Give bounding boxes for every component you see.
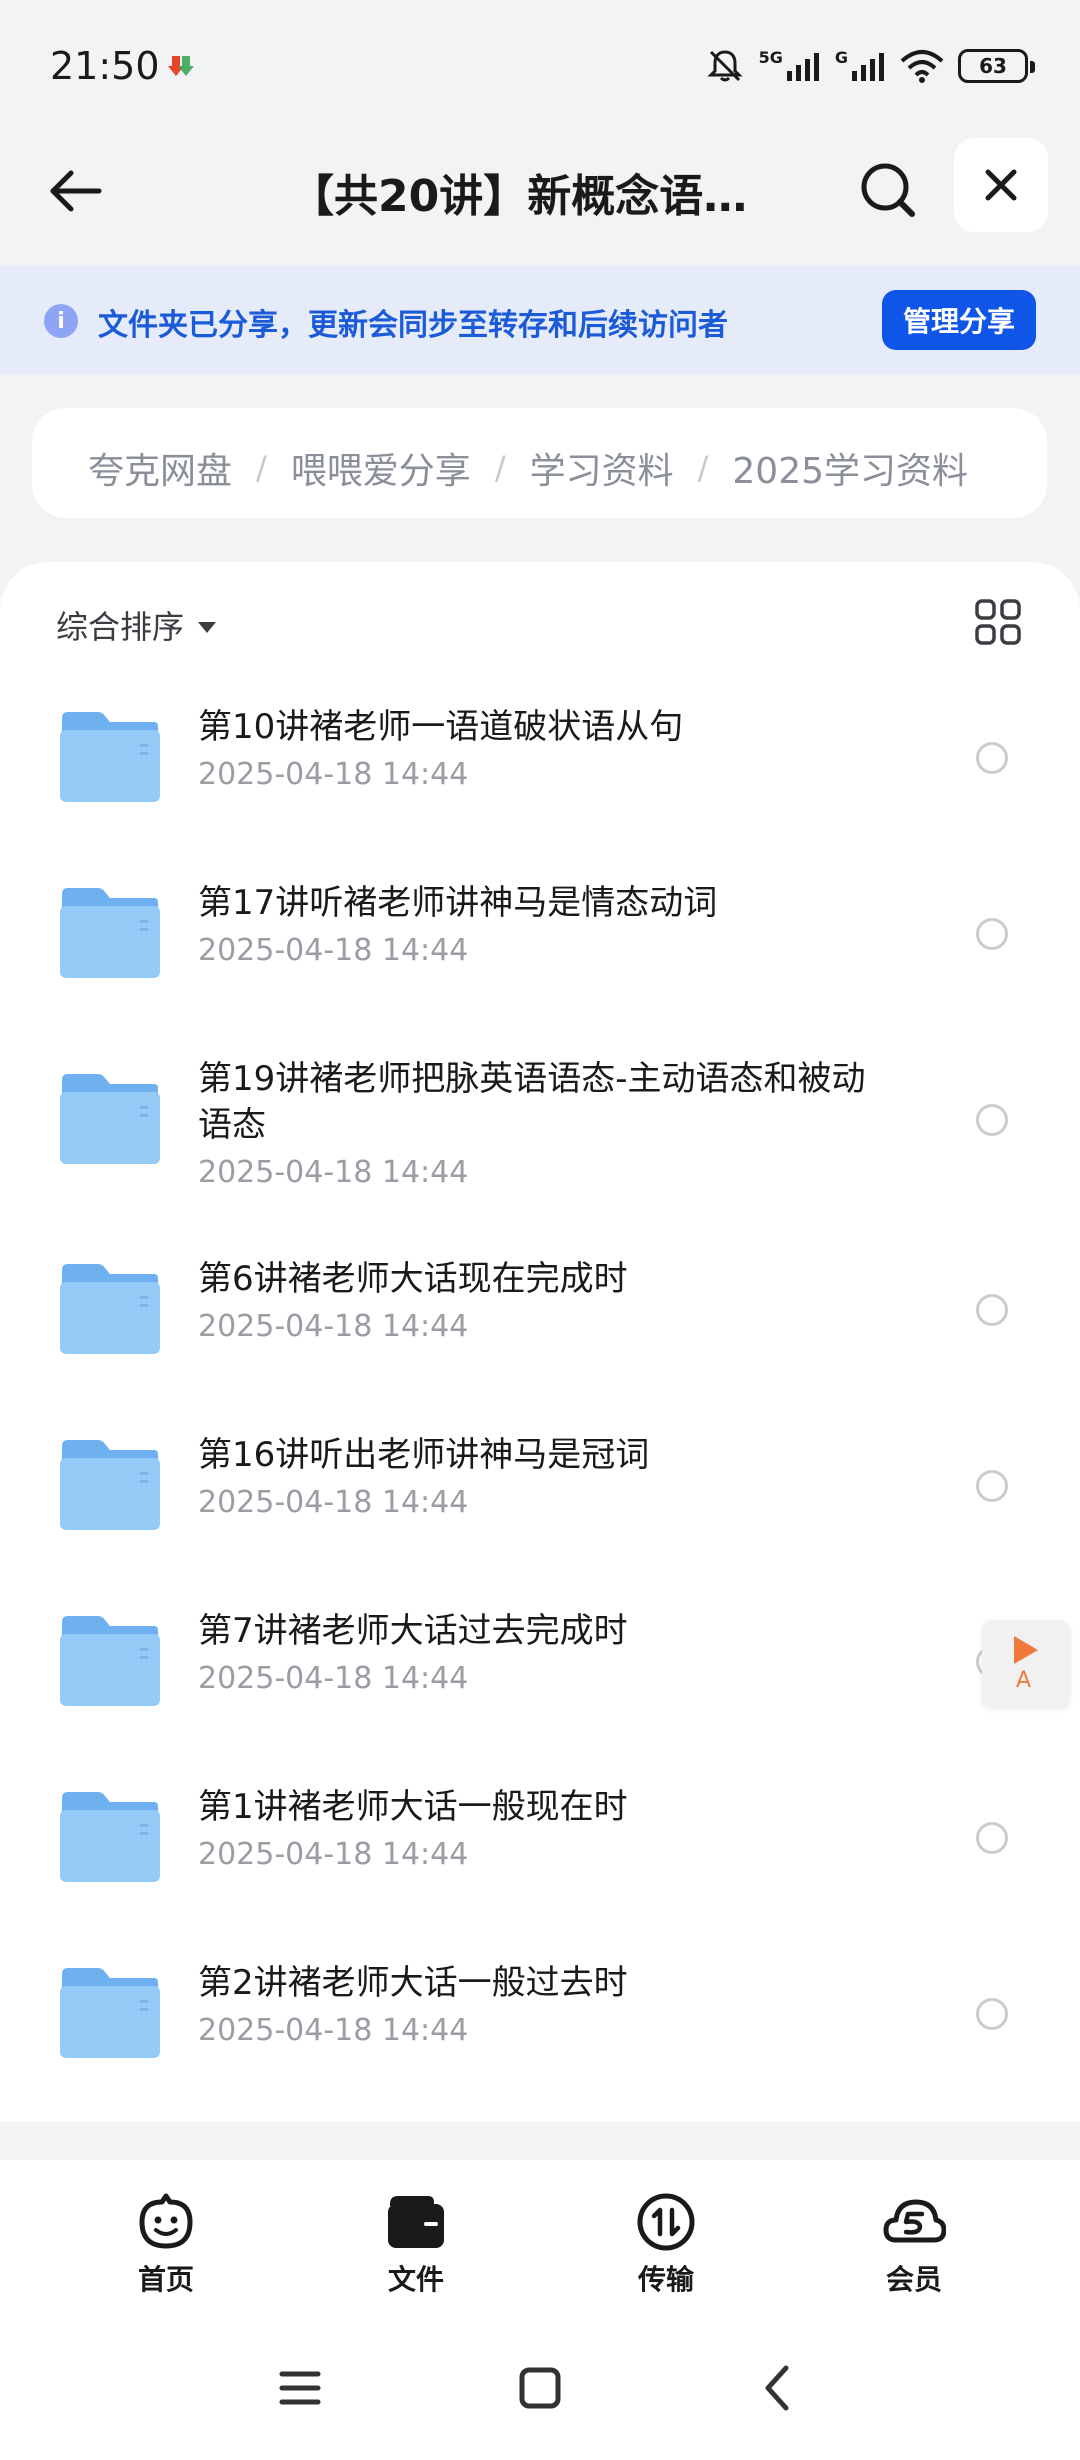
back-chevron-icon[interactable] (748, 2358, 808, 2418)
home-square-icon[interactable] (510, 2358, 570, 2418)
share-banner-text: 文件夹已分享，更新会同步至转存和后续访问者 (98, 308, 728, 343)
select-radio[interactable] (976, 1104, 1008, 1136)
status-bar: 21:50 5G G 63 (0, 0, 1080, 130)
sort-dropdown[interactable]: 综合排序 (56, 602, 217, 648)
breadcrumb-item[interactable]: 2025学习资料 (732, 442, 968, 494)
sort-label: 综合排序 (56, 608, 185, 646)
folder-icon (60, 1968, 160, 2058)
list-item[interactable]: 第17讲听褚老师讲神马是情态动词 2025-04-18 14:44 (0, 846, 1080, 1022)
folder-icon (60, 1074, 160, 1164)
floating-letter: A (1016, 1668, 1032, 1693)
breadcrumb: 夸克网盘 / 喂喂爱分享 / 学习资料 / 2025学习资料 (32, 408, 1047, 518)
breadcrumb-item[interactable]: 学习资料 (530, 442, 674, 494)
folder-icon (60, 1616, 160, 1706)
system-navigation-bar (0, 2310, 1080, 2460)
folder-date: 2025-04-18 14:44 (198, 1661, 469, 1696)
tab-files[interactable]: 文件 (346, 2190, 486, 2300)
select-radio[interactable] (976, 1470, 1008, 1502)
list-item[interactable]: 第1讲褚老师大话一般现在时 2025-04-18 14:44 (0, 1750, 1080, 1926)
breadcrumb-item[interactable]: 喂喂爱分享 (291, 442, 471, 494)
list-item[interactable]: 第6讲褚老师大话现在完成时 2025-04-18 14:44 (0, 1222, 1080, 1398)
battery-level: 63 (979, 54, 1007, 78)
tab-home[interactable]: 首页 (96, 2190, 236, 2300)
folder-icon (60, 888, 160, 978)
folder-title: 第7讲褚老师大话过去完成时 (198, 1611, 628, 1651)
tab-label: 传输 (637, 2263, 694, 2296)
download-app-icon (168, 56, 194, 76)
tab-label: 首页 (137, 2263, 194, 2296)
search-button[interactable] (852, 154, 924, 226)
breadcrumb-separator: / (494, 449, 506, 487)
close-button[interactable] (954, 138, 1048, 232)
grid-view-icon[interactable] (974, 598, 1022, 646)
smile-face-icon (139, 2193, 193, 2249)
list-item[interactable]: 第16讲听出老师讲神马是冠词 2025-04-18 14:44 (0, 1398, 1080, 1574)
arrow-left-icon (50, 170, 102, 212)
transfer-icon (637, 2193, 695, 2251)
status-time: 21:50 (50, 44, 160, 88)
page-title: 【共20讲】新概念语法… (290, 171, 770, 222)
status-icons: 5G G 63 (705, 44, 1035, 88)
menu-icon[interactable] (270, 2358, 330, 2418)
folder-title: 第10讲褚老师一语道破状语从句 (198, 707, 684, 747)
manage-share-button[interactable]: 管理分享 (882, 290, 1036, 350)
select-radio[interactable] (976, 918, 1008, 950)
breadcrumb-fade (967, 408, 1047, 518)
folder-icon (60, 1440, 160, 1530)
breadcrumb-item-root[interactable]: 夸克网盘 (88, 442, 232, 494)
close-icon (985, 169, 1017, 201)
folder-title: 第19讲褚老师把脉英语语态-主动语态和被动语态 (198, 1059, 866, 1145)
folder-date: 2025-04-18 14:44 (198, 1155, 469, 1190)
folder-date: 2025-04-18 14:44 (198, 757, 469, 792)
folder-icon (60, 1264, 160, 1354)
network-label-1: 5G (758, 47, 783, 67)
folder-date: 2025-04-18 14:44 (198, 1485, 469, 1520)
vip-cloud-icon (883, 2199, 946, 2243)
share-banner: i 文件夹已分享，更新会同步至转存和后续访问者 管理分享 (0, 266, 1080, 374)
select-radio[interactable] (976, 1998, 1008, 2030)
tab-label: 文件 (387, 2263, 444, 2296)
tab-vip[interactable]: 会员 (844, 2190, 984, 2300)
caret-down-icon (198, 621, 217, 633)
file-list-panel: 综合排序 第10讲褚老师一语道破状语从句 2025-04-18 14:44 第1… (0, 562, 1080, 2122)
select-radio[interactable] (976, 1822, 1008, 1854)
folder-date: 2025-04-18 14:44 (198, 1309, 469, 1344)
folder-date: 2025-04-18 14:44 (198, 2013, 469, 2048)
select-radio[interactable] (976, 742, 1008, 774)
info-icon: i (44, 304, 78, 338)
signal-icon-2 (852, 53, 884, 81)
folder-title: 第6讲褚老师大话现在完成时 (198, 1259, 628, 1299)
folder-date: 2025-04-18 14:44 (198, 1837, 469, 1872)
network-label-2: G (834, 47, 848, 67)
select-radio[interactable] (976, 1294, 1008, 1326)
battery-indicator: 63 (958, 49, 1035, 83)
folder-icon (60, 712, 160, 802)
screen: 21:50 5G G 63 【共20讲】新概念语法… i 文件夹已分享，更新会同… (0, 0, 1080, 2460)
folder-date: 2025-04-18 14:44 (198, 933, 469, 968)
floating-play-button[interactable]: A (982, 1620, 1070, 1708)
mute-bell-icon (706, 50, 743, 82)
search-icon (861, 163, 915, 217)
folder-title: 第16讲听出老师讲神马是冠词 (198, 1435, 650, 1475)
tab-label: 会员 (885, 2263, 942, 2296)
list-item[interactable]: 第2讲褚老师大话一般过去时 2025-04-18 14:44 (0, 1926, 1080, 2102)
back-button[interactable] (40, 156, 110, 226)
tab-transfer[interactable]: 传输 (596, 2190, 736, 2300)
wallet-folder-icon (388, 2196, 444, 2248)
folder-title: 第17讲听褚老师讲神马是情态动词 (198, 883, 718, 923)
play-icon (1014, 1636, 1038, 1664)
folder-title: 第1讲褚老师大话一般现在时 (198, 1787, 628, 1827)
folder-title: 第2讲褚老师大话一般过去时 (198, 1963, 628, 2003)
list-item[interactable]: 第19讲褚老师把脉英语语态-主动语态和被动语态 2025-04-18 14:44 (0, 1022, 1080, 1222)
folder-icon (60, 1792, 160, 1882)
list-item[interactable]: 第10讲褚老师一语道破状语从句 2025-04-18 14:44 (0, 670, 1080, 846)
signal-icon-1 (786, 53, 819, 81)
file-list: 第10讲褚老师一语道破状语从句 2025-04-18 14:44 第17讲听褚老… (0, 670, 1080, 2102)
breadcrumb-separator: / (697, 449, 709, 487)
list-item[interactable]: 第7讲褚老师大话过去完成时 2025-04-18 14:44 (0, 1574, 1080, 1750)
wifi-icon (900, 50, 944, 83)
header: 【共20讲】新概念语法… (0, 130, 1080, 265)
bottom-tab-bar: 首页 文件 传输 会员 (0, 2160, 1080, 2310)
breadcrumb-separator: / (256, 449, 267, 487)
